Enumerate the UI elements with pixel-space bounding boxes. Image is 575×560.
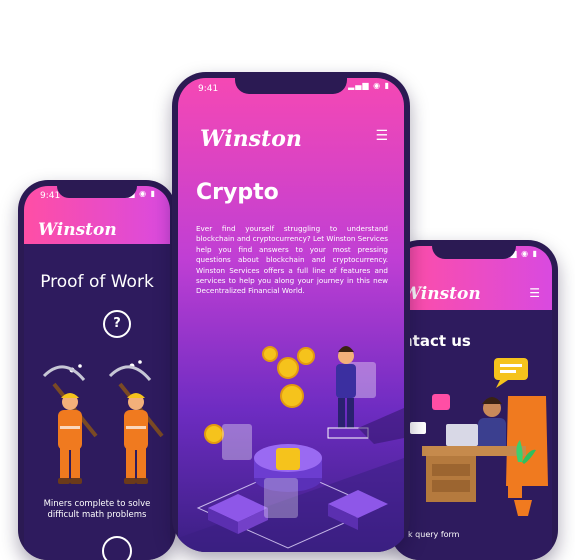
coin-icon bbox=[277, 357, 299, 379]
caption-line: difficult math problems bbox=[47, 510, 147, 520]
phone-proof-of-work: 9:41 ▂▄▆ ◉ ▮ Winston Proof of Work ? Min… bbox=[18, 180, 176, 560]
screen: ▂▄▆ ◉ ▮ Winston ☰ ntact us k query form bbox=[396, 246, 552, 560]
phone-contact-us: ▂▄▆ ◉ ▮ Winston ☰ ntact us k query form bbox=[390, 240, 558, 560]
miner-figure-1 bbox=[42, 365, 98, 484]
next-icon[interactable] bbox=[102, 536, 132, 560]
status-icons: ▂▄▆ ◉ ▮ bbox=[348, 81, 390, 90]
caption: Miners complete to solve difficult math … bbox=[24, 499, 170, 521]
coin-icon bbox=[280, 384, 304, 408]
notch bbox=[235, 78, 347, 94]
document-card bbox=[264, 478, 298, 518]
screen: 9:41 ▂▄▆ ◉ ▮ Winston Proof of Work ? Min… bbox=[24, 186, 170, 560]
coin-icon bbox=[204, 424, 224, 444]
page-title: ntact us bbox=[402, 332, 471, 350]
contact-illustration bbox=[410, 358, 548, 516]
notch bbox=[57, 186, 137, 198]
crypto-illustration bbox=[178, 346, 404, 552]
brand-logo[interactable]: Winston bbox=[402, 284, 481, 304]
hamburger-icon[interactable]: ☰ bbox=[375, 128, 388, 144]
brand-logo[interactable]: Winston bbox=[200, 126, 302, 152]
coin-icon bbox=[297, 347, 315, 365]
coin-icon bbox=[262, 346, 278, 362]
message-icon bbox=[410, 422, 426, 434]
page-title: Crypto bbox=[196, 180, 279, 205]
hamburger-icon[interactable]: ☰ bbox=[529, 286, 540, 300]
help-icon[interactable]: ? bbox=[103, 310, 131, 338]
brand-logo[interactable]: Winston bbox=[38, 220, 117, 240]
caption-line: Miners complete to solve bbox=[43, 499, 151, 509]
miners-illustration bbox=[42, 360, 164, 484]
document-card bbox=[222, 424, 252, 460]
notch bbox=[432, 246, 516, 259]
intro-paragraph: Ever find yourself struggling to underst… bbox=[196, 224, 388, 296]
phone-crypto: 9:41 ▂▄▆ ◉ ▮ Winston ☰ Crypto Ever find … bbox=[172, 72, 410, 552]
status-time: 9:41 bbox=[198, 84, 219, 94]
status-time: 9:41 bbox=[40, 191, 61, 201]
chat-icon bbox=[432, 394, 450, 410]
page-title: Proof of Work bbox=[40, 272, 154, 292]
screen: 9:41 ▂▄▆ ◉ ▮ Winston ☰ Crypto Ever find … bbox=[178, 78, 404, 552]
caption: k query form bbox=[408, 530, 460, 539]
miner-figure-2 bbox=[108, 365, 164, 484]
speech-bubble bbox=[494, 358, 528, 380]
